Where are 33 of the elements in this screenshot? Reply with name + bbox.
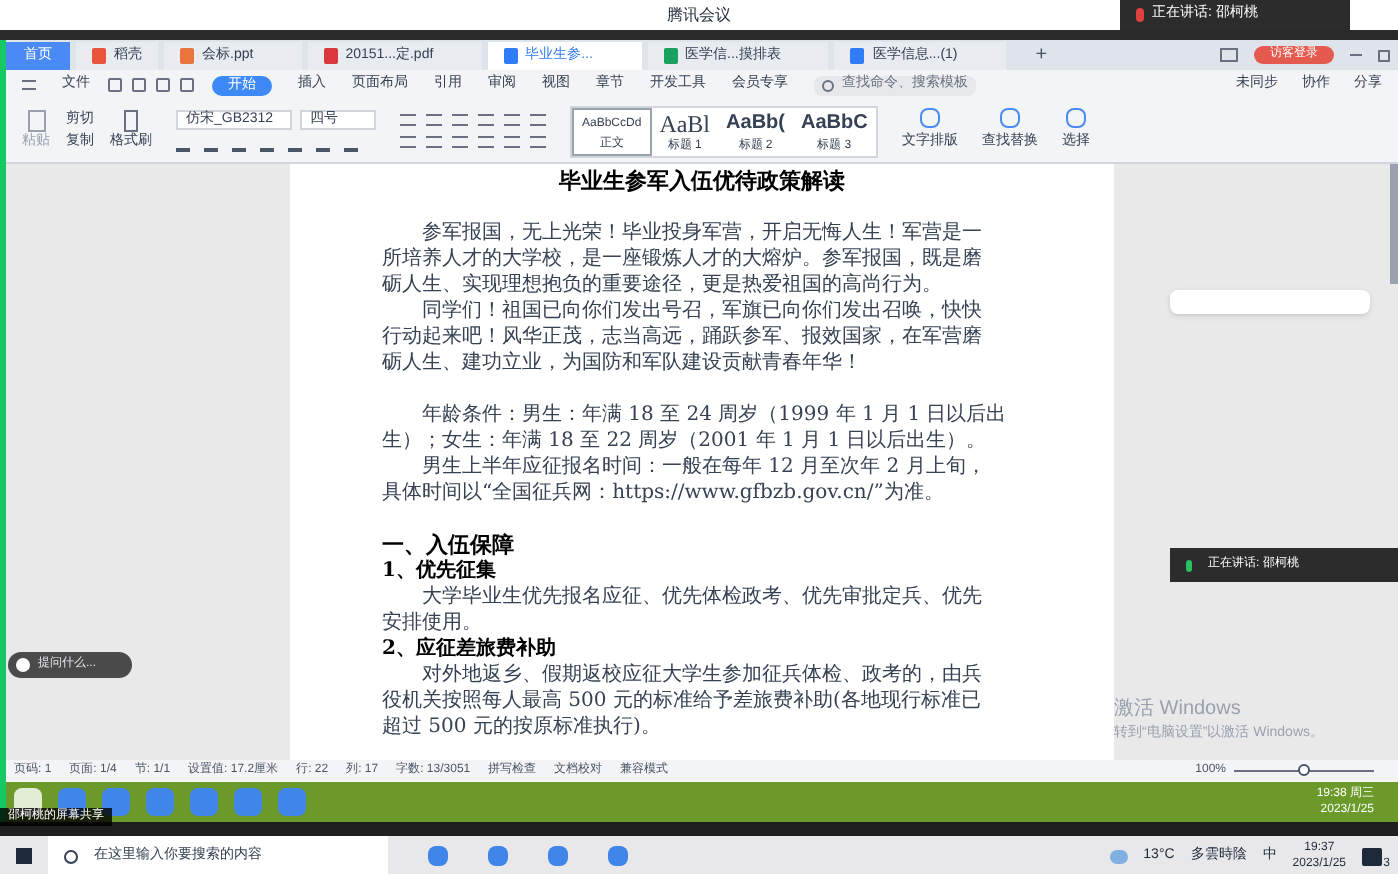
scrollbar-thumb[interactable] — [1390, 164, 1398, 284]
file-icon — [180, 48, 194, 64]
app-icon[interactable] — [102, 788, 130, 816]
file-icon — [850, 48, 865, 64]
file-icon — [92, 48, 106, 64]
new-tab-button[interactable]: + — [1035, 40, 1048, 70]
paragraph: 男生上半年应征报名时间：一般在每年 12 月至次年 2 月上旬， 具体时间以“全国征兵网：https://www.gfbzb.gov.cn/”为准。 — [382, 454, 986, 506]
mic-icon — [1186, 559, 1192, 571]
mic-icon — [1136, 8, 1144, 22]
chat-icon — [16, 658, 30, 672]
paragraph: 同学们！祖国已向你们发出号召，军旗已向你们发出召唤，快快 行动起来吧！风华正茂，志当高远，踊跃参军、报效国家，在军营磨 砺人生、建功立业，为国防和军队建设贡献青春年华！ — [382, 298, 982, 376]
heading: 1、优先征集 — [382, 558, 496, 584]
paragraph: 参军报国，无上光荣！毕业投身军营，开启无悔人生！军营是一 所培养人才的大学校，是一座锻炼人才的大熔炉。参军报国，既是磨 砺人生、实现理想抱负的重要途径，更是热爱祖国的高尚行为。 — [382, 220, 982, 298]
search-icon — [822, 79, 834, 91]
file-icon — [503, 48, 518, 64]
tool-icon — [1065, 108, 1086, 129]
tool-icon — [919, 108, 940, 129]
file-icon — [663, 48, 678, 64]
document-title: 毕业生参军入伍优待政策解读 — [557, 168, 847, 194]
paragraph: 对外地返乡、假期返校应征大学生参加征兵体检、政考的，由兵 役机关按照每人最高 500 元的标准给予差旅费补助(各地现行标准已 超过 500 元的按原标准执行)。 — [382, 662, 982, 740]
menu-icon[interactable] — [22, 80, 36, 90]
search-icon — [64, 849, 78, 863]
tool-icon — [999, 108, 1020, 129]
activation-notice: 激活 Windows — [1114, 696, 1243, 724]
heading: 2、应征差旅费补助 — [382, 636, 556, 662]
window-title: 腾讯会议 — [667, 3, 731, 27]
maximize-icon[interactable] — [1378, 49, 1390, 61]
paragraph: 大学毕业生优先报名应征、优先体检政考、优先审批定兵、优先 安排使用。 — [382, 584, 982, 636]
file-icon — [323, 48, 338, 64]
slider-thumb[interactable] — [1298, 764, 1310, 776]
paragraph: 年龄条件：男生：年满 18 至 24 周岁（1999 年 1 月 1 日以后出 生）；女生：年满 18 至 22 周岁（2001 年 1 月 1 日以后出生）。 — [382, 402, 1007, 454]
monitor-icon[interactable] — [1220, 48, 1238, 62]
heading: 一、入伍保障 — [382, 532, 514, 558]
